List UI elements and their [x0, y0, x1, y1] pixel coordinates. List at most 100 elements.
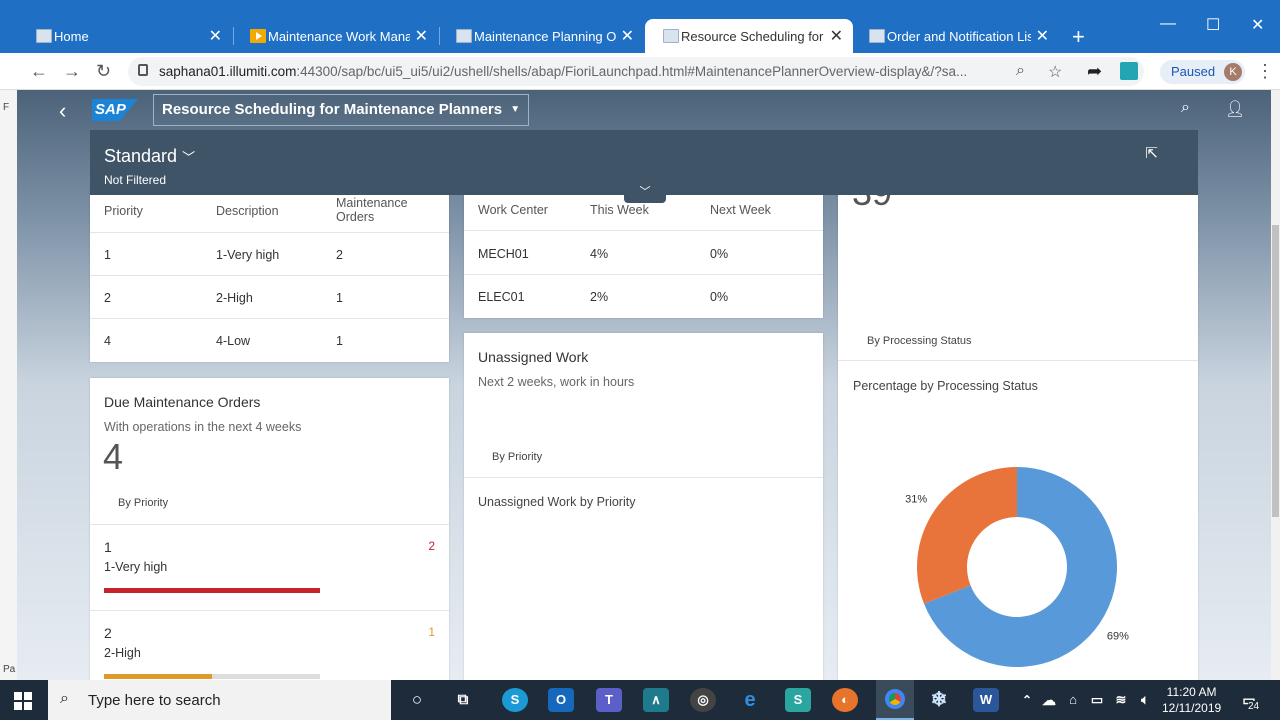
wifi-icon[interactable]: ≋ [1108, 688, 1134, 712]
close-icon[interactable]: ✕ [830, 26, 843, 46]
cloud-icon[interactable]: ☁ [1036, 688, 1062, 712]
processing-status-card[interactable]: 39 By Processing Status Percentage by Pr… [838, 187, 1198, 680]
tab-home[interactable]: Home ✕ [18, 19, 232, 53]
url-text: saphana01.illumiti.com:44300/sap/bc/ui5_… [159, 64, 968, 79]
table-cell: 4 [104, 334, 111, 348]
share-arrow-icon[interactable]: ➦ [1087, 61, 1102, 82]
chart-title: Unassigned Work by Priority [478, 495, 636, 509]
divider [464, 230, 823, 231]
collapse-header-button[interactable]: ﹀ [624, 185, 666, 203]
tab-title: Maintenance Planning Ove [474, 28, 616, 44]
browser-tab-strip: Home ✕ Maintenance Work Manag ✕ Maintena… [0, 0, 1280, 53]
new-tab-button[interactable]: + [1072, 24, 1085, 50]
table-cell: 1 [336, 334, 343, 348]
table-cell: 1 [336, 291, 343, 305]
left-edge: F Pa [0, 90, 17, 680]
word-icon[interactable]: W [973, 688, 999, 712]
sap-logo[interactable]: SAP [92, 99, 138, 121]
donut-chart[interactable]: 69% 31% [838, 387, 1198, 680]
variant-selector[interactable]: Standard ﹀ [104, 146, 195, 167]
snowflake-icon[interactable]: ❄ [926, 688, 952, 712]
bookmark-star-icon[interactable]: ☆ [1048, 62, 1062, 82]
table-cell: 0% [710, 290, 729, 304]
windows-start-icon[interactable] [14, 692, 32, 710]
minimize-icon[interactable]: — [1160, 15, 1176, 33]
cortana-icon[interactable]: ○ [404, 688, 430, 712]
due-maintenance-orders-card[interactable]: Due Maintenance Orders With operations i… [90, 378, 449, 680]
windows-taskbar: ⌕ Type here to search ○ ⧉ S O T ∧ ◎ e S … [0, 680, 1280, 720]
table-cell: 0% [710, 247, 729, 261]
system-clock[interactable]: 11:20 AM 12/11/2019 [1162, 684, 1221, 716]
chrome-icon[interactable] [876, 680, 914, 720]
progress-track [104, 674, 320, 679]
close-icon[interactable]: ✕ [621, 26, 634, 46]
column-header: Description [216, 204, 279, 218]
profile-paused-button[interactable]: Paused K [1160, 60, 1246, 84]
list-item[interactable]: 1 1-Very high 2 [90, 525, 449, 610]
close-icon[interactable]: ✕ [209, 26, 222, 46]
edge-text: F [3, 102, 10, 113]
close-icon[interactable]: ✕ [1036, 26, 1049, 46]
table-cell: 2 [336, 248, 343, 262]
teams-icon[interactable]: T [596, 688, 622, 712]
priority-table-card[interactable]: Priority Description Maintenance Orders … [90, 187, 449, 362]
search-placeholder: Type here to search [88, 692, 221, 709]
reload-icon[interactable]: ↻ [96, 61, 111, 82]
user-icon[interactable]: 👤︎ [1225, 99, 1245, 119]
app-title-menu[interactable]: Resource Scheduling for Maintenance Plan… [153, 94, 530, 126]
camera-app-icon[interactable]: ◎ [690, 688, 716, 712]
taskbar-search-input[interactable]: ⌕ Type here to search [48, 680, 391, 720]
browser-toolbar: ← → ↻ saphana01.illumiti.com:44300/sap/b… [0, 53, 1280, 90]
divider [464, 477, 823, 478]
column-header: Maintenance Orders [336, 196, 408, 224]
table-cell: MECH01 [478, 247, 529, 261]
close-icon[interactable]: ✕ [415, 26, 428, 46]
sway-icon[interactable]: S [785, 688, 811, 712]
table-cell: 1 [104, 248, 111, 262]
tab-maintenance-planning[interactable]: Maintenance Planning Ove ✕ [438, 19, 644, 53]
edge-icon[interactable]: e [737, 688, 763, 712]
list-item[interactable]: 2 2-High 1 [90, 611, 449, 680]
window-close-icon[interactable]: ✕ [1251, 15, 1264, 35]
grouping-label: By Priority [118, 497, 169, 509]
shell-bar: ‹ SAP Resource Scheduling for Maintenanc… [17, 90, 1271, 130]
skype-icon[interactable]: S [502, 688, 528, 712]
avatar: K [1224, 63, 1243, 81]
slice-label: 69% [1107, 631, 1129, 643]
video-icon [250, 29, 266, 43]
progress-fill [104, 674, 212, 679]
table-cell: 4% [590, 247, 609, 261]
work-center-card[interactable]: Work Center This Week Next Week MECH01 4… [464, 187, 823, 318]
progress-track [104, 588, 320, 593]
donut-slice[interactable] [917, 467, 1017, 604]
priority-value: 2 [104, 625, 112, 641]
page-icon [663, 29, 679, 43]
outlook-icon[interactable]: O [548, 688, 574, 712]
search-icon[interactable]: ⌕ [1181, 99, 1190, 117]
share-icon[interactable]: ⇱ [1145, 144, 1158, 162]
back-icon[interactable]: ‹ [59, 98, 66, 124]
volume-icon[interactable]: 🔈︎ [1132, 688, 1158, 712]
tab-maintenance-work-manager[interactable]: Maintenance Work Manag ✕ [232, 19, 438, 53]
clock-date: 12/11/2019 [1162, 701, 1222, 715]
maximize-icon[interactable]: ☐ [1206, 15, 1220, 35]
app-icon[interactable]: ∧ [643, 688, 669, 712]
forward-arrow-icon[interactable]: → [63, 61, 81, 82]
tab-title: Maintenance Work Manag [268, 28, 410, 44]
extension-icon[interactable] [1120, 62, 1138, 80]
page-scrollbar[interactable] [1271, 90, 1280, 680]
task-view-icon[interactable]: ⧉ [450, 688, 476, 712]
zoom-icon[interactable]: ⌕ [1016, 62, 1025, 80]
table-cell: 4-Low [216, 334, 251, 348]
back-arrow-icon[interactable]: ← [30, 61, 48, 82]
address-bar[interactable]: saphana01.illumiti.com:44300/sap/bc/ui5_… [128, 57, 1144, 86]
caret-down-icon: ▼ [510, 104, 521, 115]
more-menu-icon[interactable]: ⋮ [1256, 61, 1274, 82]
network-icon[interactable]: ⌂ [1060, 688, 1086, 712]
tab-resource-scheduling[interactable]: Resource Scheduling for M ✕ [645, 19, 853, 53]
app-icon[interactable]: ◐ [832, 688, 858, 712]
tab-order-notification-list[interactable]: Order and Notification List ✕ [851, 19, 1059, 53]
battery-icon[interactable]: ▭ [1084, 688, 1110, 712]
scrollbar-thumb[interactable] [1272, 225, 1279, 517]
unassigned-work-card[interactable]: Unassigned Work Next 2 weeks, work in ho… [464, 333, 823, 680]
